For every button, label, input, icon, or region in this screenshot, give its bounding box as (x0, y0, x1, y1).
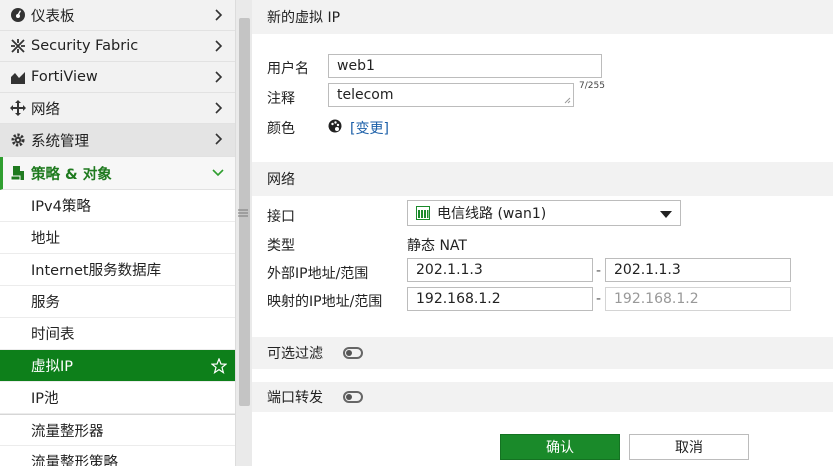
sidebar-item-security-fabric[interactable]: Security Fabric (0, 31, 235, 62)
sidebar-item-label: FortiView (31, 69, 98, 85)
sidebar-item-label: Security Fabric (31, 38, 139, 54)
sidebar-subitem-internet-service-db[interactable]: Internet服务数据库 (0, 254, 235, 286)
network-move-icon (9, 99, 27, 117)
comment-textarea[interactable]: telecom (328, 83, 574, 107)
sidebar-subitem-traffic-shaper[interactable]: 流量整形器 (0, 414, 235, 446)
network-section-header: 网络 (252, 162, 833, 196)
dropdown-caret-icon (660, 211, 672, 218)
main-panel: 新的虚拟 IP 用户名 web1 注释 telecom 7/255 颜色 [变更… (252, 0, 833, 466)
sidebar-item-label: 网络 (31, 101, 60, 118)
chevron-right-icon (215, 71, 223, 83)
optional-filter-row: 可选过滤 (252, 337, 833, 369)
chevron-right-icon (215, 133, 223, 145)
name-input[interactable]: web1 (328, 54, 602, 78)
external-ip-start-input[interactable]: 202.1.1.3 (407, 258, 593, 282)
comment-counter: 7/255 (579, 81, 605, 91)
chevron-right-icon (215, 40, 223, 52)
chevron-down-icon (212, 169, 224, 177)
fabric-icon (9, 37, 27, 55)
type-label: 类型 (267, 238, 295, 254)
page-title: 新的虚拟 IP (252, 0, 833, 34)
resize-grip-icon[interactable] (237, 207, 249, 219)
sidebar-subitem-ipv4-policy[interactable]: IPv4策略 (0, 190, 235, 222)
comment-label: 注释 (267, 91, 295, 107)
gear-icon (9, 131, 27, 149)
external-ip-label: 外部IP地址/范围 (267, 266, 369, 282)
sidebar-subitem-label: 虚拟IP (31, 359, 74, 375)
port-forward-row: 端口转发 (252, 382, 833, 412)
range-separator: - (596, 263, 602, 279)
type-value: 静态 NAT (407, 238, 467, 254)
dashboard-icon (9, 6, 27, 24)
sidebar-item-dashboard[interactable]: 仪表板 (0, 0, 235, 31)
sidebar-group-label: 策略 & 对象 (31, 166, 112, 183)
external-ip-end-input[interactable]: 202.1.1.3 (605, 258, 791, 282)
mapped-ip-label: 映射的IP地址/范围 (267, 294, 383, 310)
sidebar-item-system[interactable]: 系统管理 (0, 124, 235, 157)
sidebar: 仪表板 Security Fabric FortiView 网络 系统管理 策略… (0, 0, 235, 466)
sidebar-item-fortiview[interactable]: FortiView (0, 62, 235, 93)
chart-icon (9, 68, 27, 86)
interface-label: 接口 (267, 209, 295, 225)
optional-filter-label: 可选过滤 (267, 346, 323, 362)
sidebar-item-label: 系统管理 (31, 133, 89, 150)
sidebar-subitem-virtual-ip[interactable]: 虚拟IP (0, 350, 235, 382)
chevron-right-icon (215, 9, 223, 21)
policy-icon (9, 164, 27, 182)
palette-icon (328, 119, 342, 133)
sidebar-subitem-traffic-shaping-policy[interactable]: 流量整形策略 (0, 446, 235, 466)
optional-filter-toggle[interactable] (343, 347, 363, 359)
comment-value: telecom (337, 87, 394, 103)
interface-value: 电信线路 (wan1) (437, 206, 547, 222)
name-label: 用户名 (267, 61, 309, 77)
sidebar-scrollbar[interactable] (235, 0, 252, 466)
mapped-ip-end-input[interactable]: 192.168.1.2 (605, 287, 791, 311)
color-change-link[interactable]: [变更] (350, 118, 389, 138)
port-forward-label: 端口转发 (267, 390, 323, 406)
port-icon (416, 206, 430, 220)
resize-handle-icon[interactable] (564, 97, 571, 104)
sidebar-subitem-address[interactable]: 地址 (0, 222, 235, 254)
color-label: 颜色 (267, 121, 295, 137)
ok-button[interactable]: 确认 (500, 434, 620, 460)
sidebar-subitem-services[interactable]: 服务 (0, 286, 235, 318)
sidebar-subitem-schedules[interactable]: 时间表 (0, 318, 235, 350)
chevron-right-icon (215, 102, 223, 114)
sidebar-subitem-ip-pool[interactable]: IP池 (0, 382, 235, 414)
sidebar-item-label: 仪表板 (31, 8, 75, 25)
sidebar-group-policy-objects[interactable]: 策略 & 对象 (0, 157, 235, 190)
star-icon[interactable] (211, 358, 227, 374)
interface-select[interactable]: 电信线路 (wan1) (407, 200, 681, 226)
cancel-button[interactable]: 取消 (629, 434, 749, 460)
port-forward-toggle[interactable] (343, 391, 363, 403)
mapped-ip-start-input[interactable]: 192.168.1.2 (407, 287, 593, 311)
sidebar-item-network[interactable]: 网络 (0, 93, 235, 124)
range-separator: - (596, 291, 602, 307)
